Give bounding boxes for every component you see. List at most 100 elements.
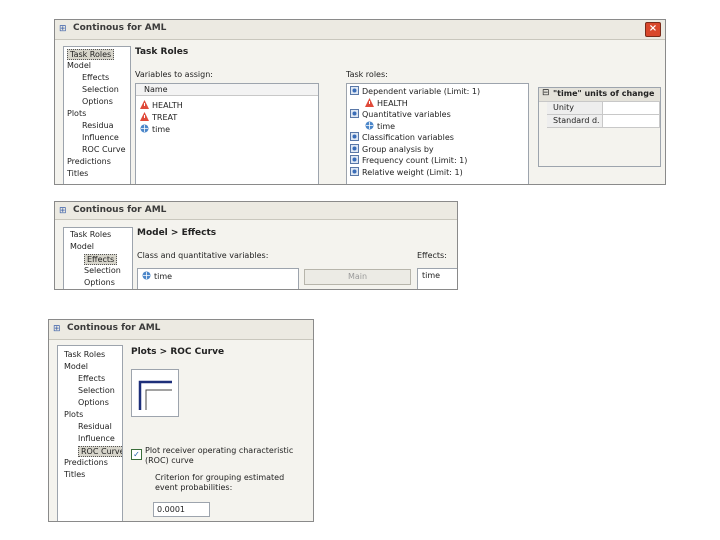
nav-item-selection[interactable]: Selection xyxy=(84,266,121,275)
role-node-icon xyxy=(350,143,359,153)
list-item[interactable]: time xyxy=(140,124,170,134)
role-label: HEALTH xyxy=(377,98,408,108)
main-button[interactable]: Main xyxy=(304,269,411,285)
vars-list[interactable]: time xyxy=(137,268,299,289)
nav-item-roc-curve[interactable]: ROC Curve xyxy=(82,145,126,154)
property-value-cell[interactable] xyxy=(603,115,660,128)
role-item[interactable]: Quantitative variables xyxy=(350,109,451,119)
title-bar: ⊞ Continous for AML xyxy=(49,320,313,340)
list-item[interactable]: time xyxy=(142,271,172,281)
window-task-roles: ⊞ Continous for AML × Task Roles Model E… xyxy=(54,19,666,185)
nav-item-predictions[interactable]: Predictions xyxy=(64,458,108,467)
property-key: Standard d. xyxy=(553,116,600,125)
nav-item-task-roles[interactable]: Task Roles xyxy=(70,230,111,239)
section-title: Task Roles xyxy=(135,47,189,57)
globe-icon xyxy=(365,121,374,130)
variable-name: HEALTH xyxy=(152,101,183,110)
variable-name: TREAT xyxy=(152,113,178,122)
nav-item-predictions[interactable]: Predictions xyxy=(67,157,111,166)
roles-label: Task roles: xyxy=(346,70,388,79)
role-node-icon xyxy=(350,86,359,95)
criterion-label: Criterion for grouping estimated event p… xyxy=(155,473,285,492)
close-icon[interactable]: × xyxy=(645,22,661,37)
role-label: Frequency count (Limit: 1) xyxy=(362,156,468,165)
effects-label: Effects: xyxy=(417,251,447,260)
role-item[interactable]: Group analysis by xyxy=(350,143,434,154)
properties-grid: ⊟ "time" units of change Unity Standard … xyxy=(538,87,661,167)
criterion-input[interactable]: 0.0001 xyxy=(153,502,210,517)
role-node-icon xyxy=(350,132,359,141)
role-label: time xyxy=(377,121,396,131)
nav-item-residual[interactable]: Residual xyxy=(78,422,112,431)
nav-tree: Task Roles Model Effects Selection Optio… xyxy=(57,345,123,521)
globe-icon xyxy=(142,271,151,280)
nav-item-model[interactable]: Model xyxy=(64,362,88,371)
nav-item-effects[interactable]: Effects xyxy=(82,73,109,82)
role-label: Group analysis by xyxy=(362,144,434,154)
nav-item-options[interactable]: Options xyxy=(84,278,115,287)
nav-item-plots[interactable]: Plots xyxy=(64,410,83,419)
nav-item-titles[interactable]: Titles xyxy=(67,169,88,178)
role-label: Quantitative variables xyxy=(362,110,451,119)
title-bar: ⊞ Continous for AML × xyxy=(55,20,665,40)
properties-header: ⊟ "time" units of change xyxy=(539,88,660,102)
role-item[interactable]: Classification variables xyxy=(350,132,454,142)
nav-item-options[interactable]: Options xyxy=(78,398,109,407)
nav-tree: Task Roles Model Effects Selection Optio… xyxy=(63,46,131,184)
list-item[interactable]: HEALTH xyxy=(140,100,183,110)
list-header[interactable]: Name xyxy=(136,84,318,96)
role-assigned-variable[interactable]: time xyxy=(365,121,395,131)
section-title: Model > Effects xyxy=(137,228,217,238)
variables-list[interactable]: Name HEALTH TREAT time xyxy=(135,83,319,184)
property-key-cell: Standard d. xyxy=(547,115,603,128)
nav-item-effects[interactable]: Effects xyxy=(84,254,118,265)
collapse-icon[interactable]: ⊟ xyxy=(542,88,550,98)
warning-triangle-icon xyxy=(365,97,374,107)
warning-triangle-icon xyxy=(140,100,149,109)
nav-item-residual[interactable]: Residua xyxy=(82,121,114,130)
nav-item-plots[interactable]: Plots xyxy=(67,109,86,118)
role-item[interactable]: Frequency count (Limit: 1) xyxy=(350,155,467,165)
nav-item-selection[interactable]: Selection xyxy=(82,85,119,94)
window-icon: ⊞ xyxy=(59,24,67,34)
nav-item-influence[interactable]: Influence xyxy=(82,133,119,142)
nav-tree: Task Roles Model Effects Selection Optio… xyxy=(63,227,133,289)
roles-tree[interactable]: Dependent variable (Limit: 1) HEALTH Quant… xyxy=(346,83,529,184)
property-value-cell[interactable] xyxy=(603,102,660,115)
globe-icon xyxy=(140,124,149,133)
property-key: Unity xyxy=(553,103,575,112)
roc-checkbox-label[interactable]: Plot receiver operating characteristic (… xyxy=(145,446,310,466)
nav-item-influence[interactable]: Influence xyxy=(78,434,115,443)
nav-item-model[interactable]: Model xyxy=(67,61,91,70)
window-icon: ⊞ xyxy=(53,324,61,334)
nav-item-options[interactable]: Options xyxy=(82,97,113,106)
variable-name: time xyxy=(154,272,173,281)
properties-title: "time" units of change xyxy=(553,89,655,98)
list-item[interactable]: time xyxy=(422,271,440,280)
role-node-icon xyxy=(350,155,359,164)
list-header-name: Name xyxy=(144,85,168,94)
role-item[interactable]: Relative weight (Limit: 1) xyxy=(350,166,463,177)
nav-item-roc-curve[interactable]: ROC Curve xyxy=(78,446,122,457)
window-roc-curve: ⊞ Continous for AML Task Roles Model Eff… xyxy=(48,319,314,522)
window-title: Continous for AML xyxy=(73,23,167,33)
nav-item-model[interactable]: Model xyxy=(70,242,94,251)
nav-item-titles[interactable]: Titles xyxy=(64,470,85,479)
list-item[interactable]: TREAT xyxy=(140,112,177,122)
vars-label: Class and quantitative variables: xyxy=(137,251,269,260)
variables-label: Variables to assign: xyxy=(135,70,213,79)
window-title: Continous for AML xyxy=(73,205,167,215)
role-node-icon xyxy=(350,109,359,118)
nav-item-task-roles[interactable]: Task Roles xyxy=(67,49,115,60)
effects-list[interactable]: time xyxy=(417,268,457,289)
nav-item-selection[interactable]: Selection xyxy=(78,386,115,395)
role-assigned-variable[interactable]: HEALTH xyxy=(365,97,408,108)
title-bar: ⊞ Continous for AML xyxy=(55,202,457,220)
role-label: Classification variables xyxy=(362,133,454,142)
nav-item-task-roles[interactable]: Task Roles xyxy=(64,350,105,359)
roc-checkbox[interactable]: ✓ xyxy=(131,449,142,460)
nav-item-effects[interactable]: Effects xyxy=(78,374,105,383)
warning-triangle-icon xyxy=(140,112,149,121)
window-title: Continous for AML xyxy=(67,323,161,333)
role-item[interactable]: Dependent variable (Limit: 1) xyxy=(350,86,480,96)
